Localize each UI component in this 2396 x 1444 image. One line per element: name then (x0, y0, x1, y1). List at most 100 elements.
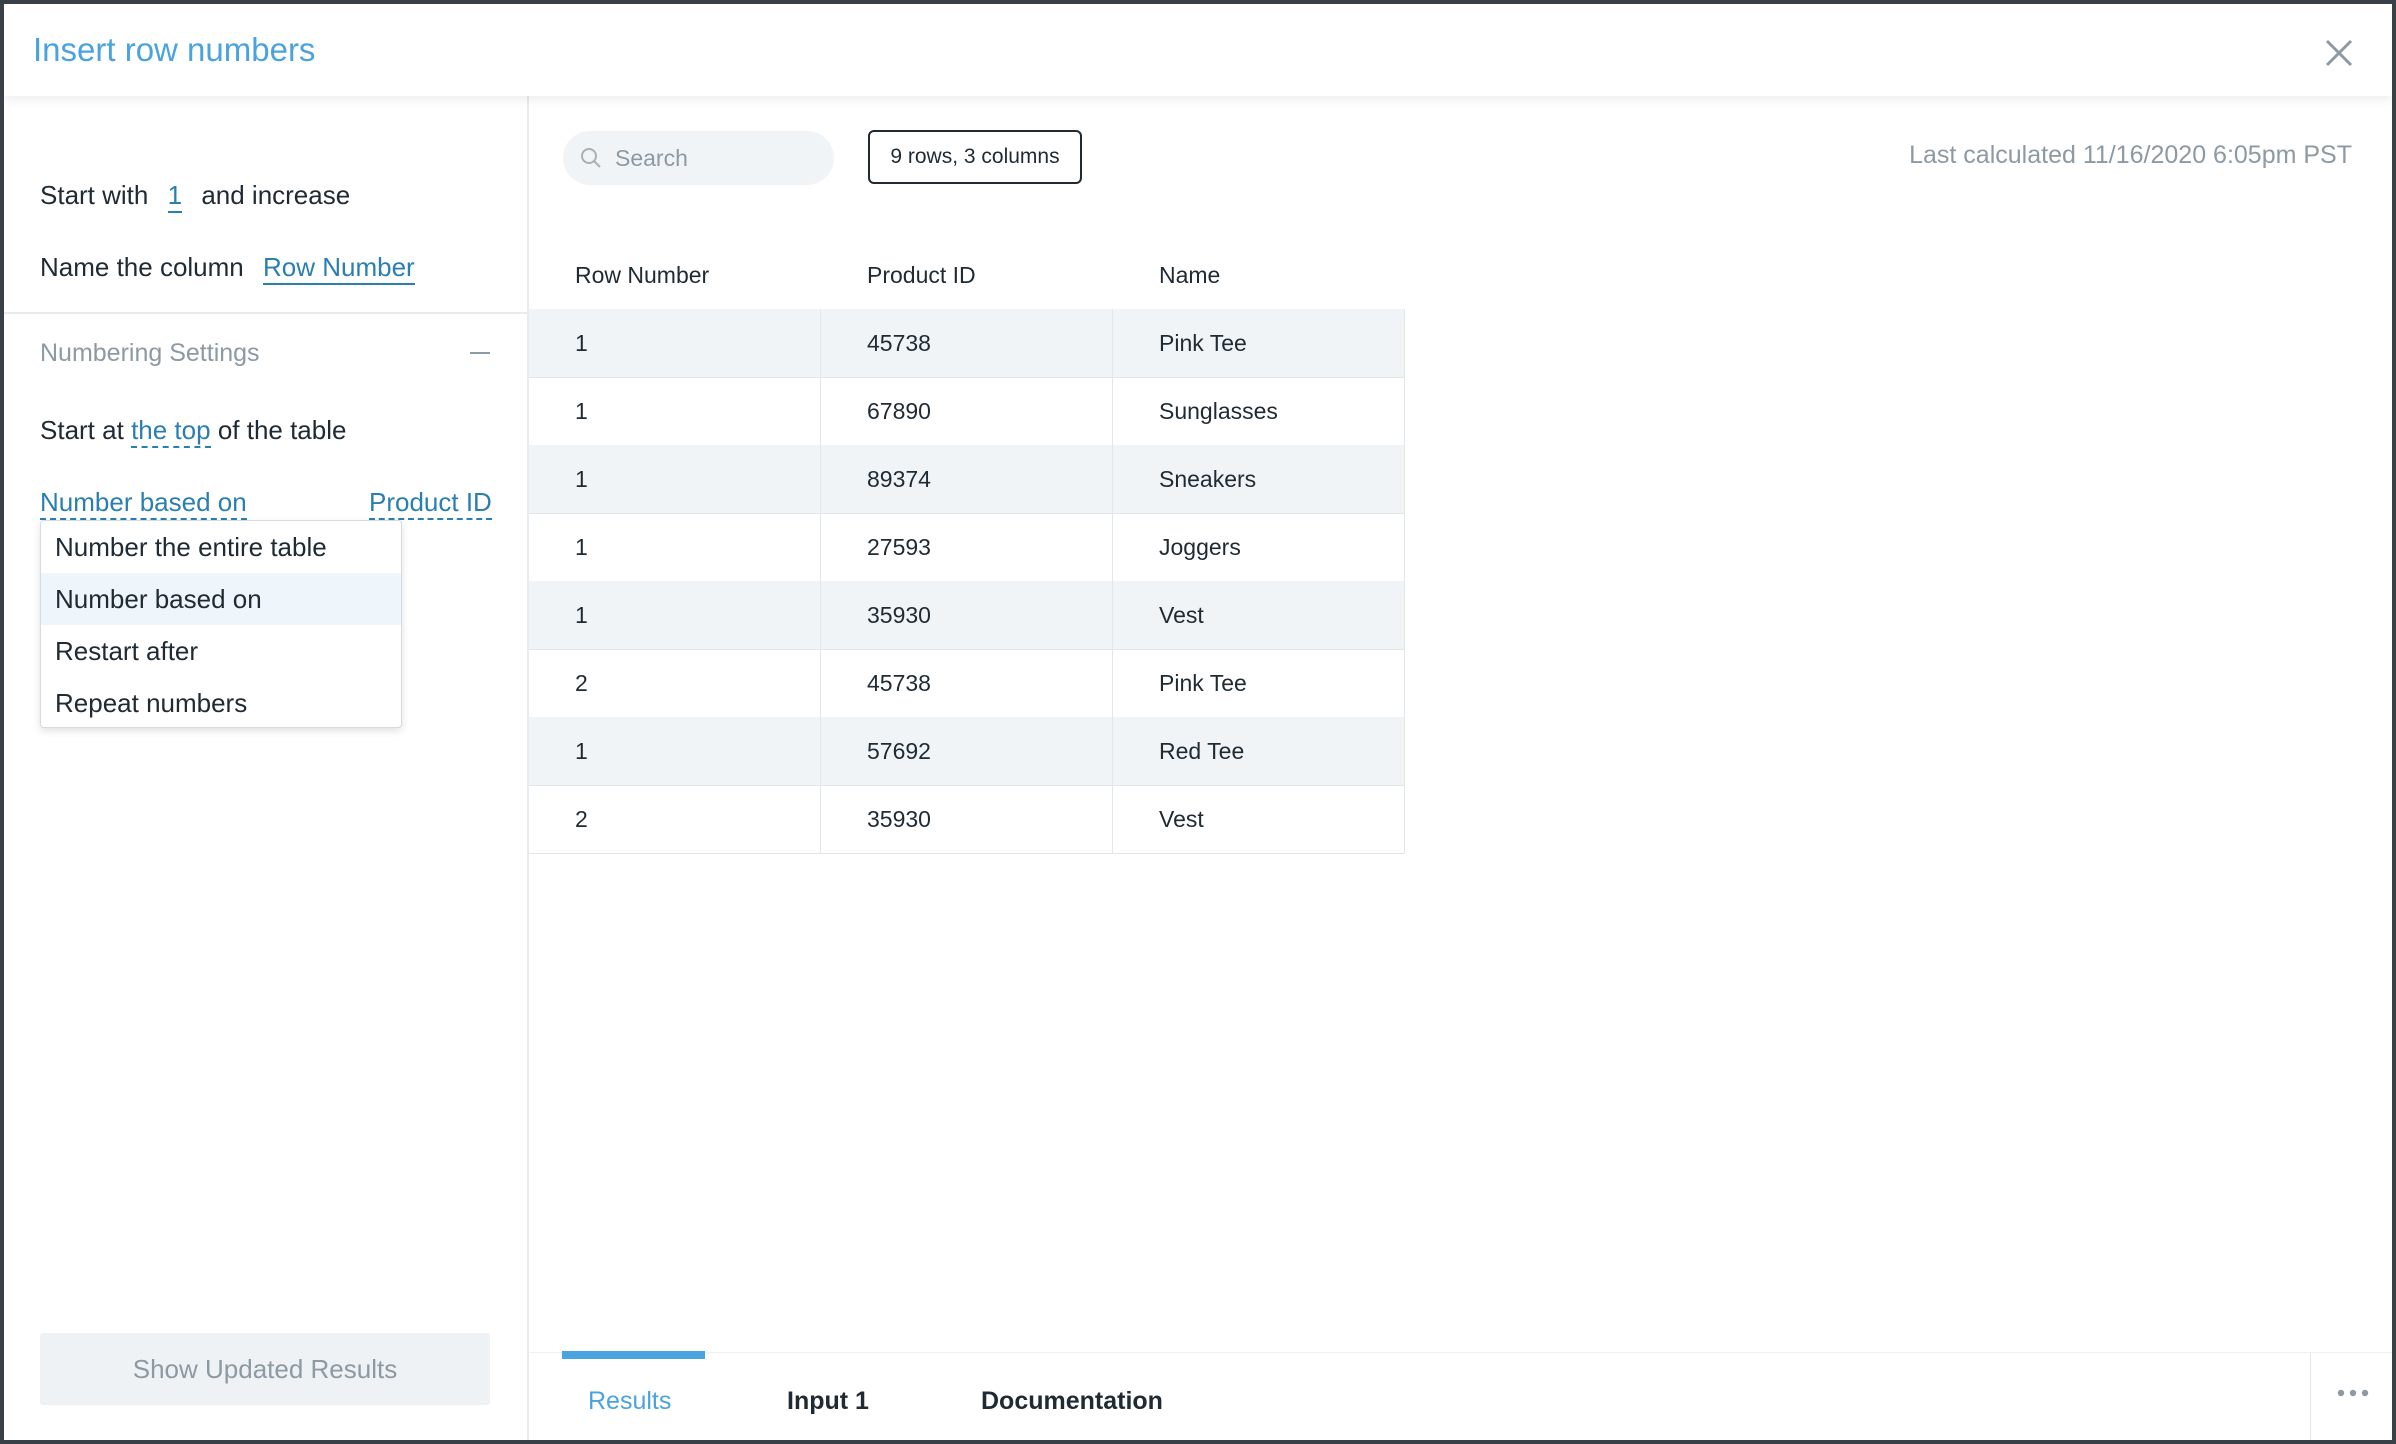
close-icon[interactable] (2320, 34, 2358, 72)
table-row: 1 67890 Sunglasses (529, 377, 1405, 446)
table-cell: 2 (529, 785, 821, 853)
start-with-row: Start with 1 and increase (40, 180, 351, 213)
cell-value: Red Tee (1159, 738, 1245, 764)
cell-value: 1 (575, 534, 588, 560)
column-name-input[interactable]: Row Number (263, 252, 415, 285)
dropdown-item-label: Number based on (55, 584, 262, 614)
table-cell: Sunglasses (1113, 377, 1405, 445)
table-cell: 45738 (821, 309, 1113, 377)
row-count-badge: 9 rows, 3 columns (868, 130, 1082, 184)
table-cell: 67890 (821, 377, 1113, 445)
table-cell: 2 (529, 649, 821, 717)
table-cell: 89374 (821, 445, 1113, 513)
table-cell: Pink Tee (1113, 309, 1405, 377)
dropdown-item-label: Number the entire table (55, 532, 327, 562)
column-header[interactable]: Product ID (867, 262, 976, 289)
increase-label: and increase (201, 180, 351, 210)
number-column-select[interactable]: Product ID (369, 487, 492, 520)
cell-value: 35930 (867, 806, 931, 832)
bottom-tab-bar: Results Input 1 Documentation (529, 1351, 2392, 1440)
dropdown-item-label: Repeat numbers (55, 688, 248, 718)
number-mode-dropdown: Number the entire table Number based on … (40, 520, 402, 728)
start-at-select[interactable]: the top (131, 415, 211, 448)
dropdown-item-entire-table[interactable]: Number the entire table (41, 521, 401, 573)
cell-value: 2 (575, 670, 588, 696)
column-header[interactable]: Row Number (575, 262, 709, 289)
cell-value: Sneakers (1159, 466, 1257, 492)
cell-value: 35930 (867, 602, 931, 628)
tab-results[interactable]: Results (588, 1387, 671, 1416)
table-row: 1 57692 Red Tee (529, 717, 1405, 786)
table-cell: 1 (529, 309, 821, 377)
table-row: 2 35930 Vest (529, 785, 1405, 854)
of-table-label: of the table (217, 415, 347, 445)
tab-documentation[interactable]: Documentation (981, 1387, 1163, 1416)
cell-value: 1 (575, 602, 588, 628)
cell-value: Pink Tee (1159, 670, 1247, 696)
search-icon (581, 148, 601, 168)
cell-value: 27593 (867, 534, 931, 560)
table-row: 2 45738 Pink Tee (529, 649, 1405, 718)
table-cell: 35930 (821, 785, 1113, 853)
start-value-input[interactable]: 1 (167, 180, 183, 213)
table-cell: 27593 (821, 513, 1113, 581)
cell-value: 2 (575, 806, 588, 832)
cell-value: 45738 (867, 330, 931, 356)
cell-value: 67890 (867, 398, 931, 424)
dropdown-item-number-based-on[interactable]: Number based on (41, 573, 401, 625)
column-name-label: Name the column (40, 252, 244, 282)
table-row: 1 45738 Pink Tee (529, 309, 1405, 378)
cell-value: 1 (575, 738, 588, 764)
table-cell: 1 (529, 445, 821, 513)
table-cell: Pink Tee (1113, 649, 1405, 717)
cell-value: Vest (1159, 602, 1204, 628)
cell-value: 57692 (867, 738, 931, 764)
start-with-label: Start with (40, 180, 149, 210)
table-cell: 1 (529, 717, 821, 785)
cell-value: Joggers (1159, 534, 1241, 560)
number-mode-row: Number based on (40, 487, 247, 520)
column-header[interactable]: Name (1159, 262, 1220, 289)
cell-value: 1 (575, 466, 588, 492)
table-row: 1 27593 Joggers (529, 513, 1405, 582)
number-mode-select[interactable]: Number based on (40, 487, 247, 520)
start-at-row: Start at the top of the table (40, 415, 347, 448)
dropdown-item-repeat-numbers[interactable]: Repeat numbers (41, 677, 401, 729)
section-divider (4, 312, 527, 314)
dialog-header: Insert row numbers (4, 4, 2392, 96)
tab-input-1[interactable]: Input 1 (787, 1387, 869, 1416)
table-cell: 35930 (821, 581, 1113, 649)
cell-value: 45738 (867, 670, 931, 696)
table-row: 1 35930 Vest (529, 581, 1405, 650)
table-cell: 1 (529, 581, 821, 649)
cell-value: 1 (575, 330, 588, 356)
search-placeholder: Search (615, 145, 688, 171)
table-cell: Red Tee (1113, 717, 1405, 785)
table-row: 1 89374 Sneakers (529, 445, 1405, 514)
settings-panel: Start with 1 and increase Name the colum… (4, 96, 527, 1440)
table-cell: Sneakers (1113, 445, 1405, 513)
show-updated-results-button[interactable]: Show Updated Results (40, 1333, 490, 1405)
collapse-icon[interactable] (470, 352, 490, 354)
table-cell: Joggers (1113, 513, 1405, 581)
cell-value: 1 (575, 398, 588, 424)
insert-row-numbers-dialog: Insert row numbers Start with 1 and incr… (4, 4, 2392, 1440)
cell-value: Sunglasses (1159, 398, 1278, 424)
cell-value: Pink Tee (1159, 330, 1247, 356)
active-tab-indicator (562, 1351, 705, 1359)
tab-bar-divider (2310, 1353, 2311, 1440)
cell-value: 89374 (867, 466, 931, 492)
last-calculated-text: Last calculated 11/16/2020 6:05pm PST (1909, 141, 2352, 169)
start-at-label: Start at (40, 415, 124, 445)
dialog-title: Insert row numbers (33, 31, 316, 68)
search-input[interactable]: Search (563, 131, 834, 185)
table-cell: 1 (529, 513, 821, 581)
dropdown-item-label: Restart after (55, 636, 199, 666)
dropdown-item-restart-after[interactable]: Restart after (41, 625, 401, 677)
cell-value: Vest (1159, 806, 1204, 832)
numbering-settings-title: Numbering Settings (40, 339, 260, 367)
table-cell: 45738 (821, 649, 1113, 717)
table-cell: 57692 (821, 717, 1113, 785)
more-options-icon[interactable] (2335, 1387, 2371, 1399)
table-cell: Vest (1113, 581, 1405, 649)
